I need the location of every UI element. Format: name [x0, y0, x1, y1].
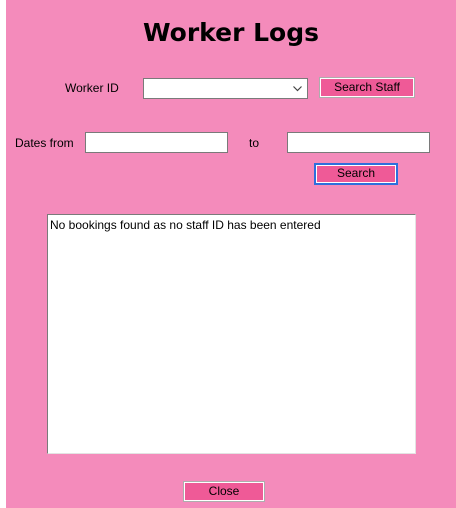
chevron-down-icon[interactable] [293, 84, 302, 93]
search-button[interactable]: Search [314, 163, 398, 185]
date-to-input[interactable] [287, 132, 430, 153]
search-staff-button[interactable]: Search Staff [319, 77, 415, 98]
to-label: to [249, 136, 260, 150]
date-from-input[interactable] [85, 132, 228, 153]
list-item[interactable]: No bookings found as no staff ID has bee… [50, 218, 413, 232]
worker-id-dropdown[interactable] [143, 78, 308, 99]
dates-from-label: Dates from [15, 136, 74, 150]
page-title: Worker Logs [142, 18, 319, 47]
close-button[interactable]: Close [183, 481, 265, 502]
results-listbox[interactable]: No bookings found as no staff ID has bee… [47, 214, 416, 454]
worker-id-label: Worker ID [65, 81, 119, 95]
worker-logs-window: Worker Logs Worker ID Search Staff Dates… [6, 0, 456, 508]
